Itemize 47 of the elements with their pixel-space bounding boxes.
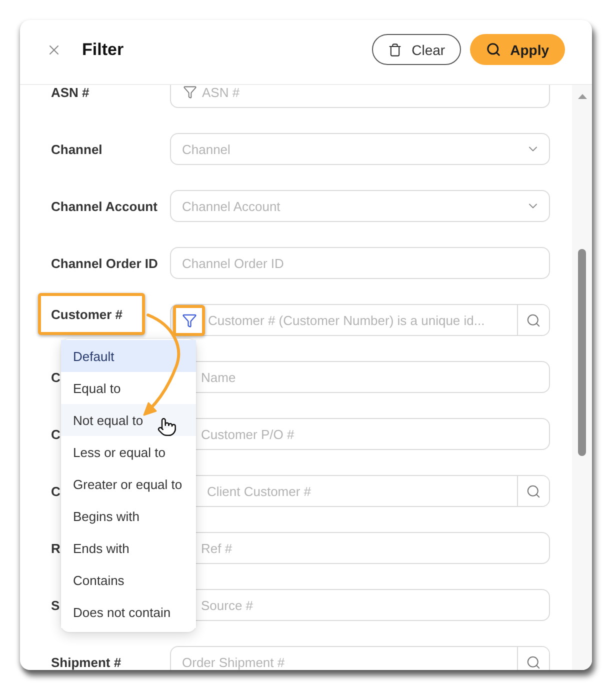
select-field[interactable]: Channel (170, 133, 550, 165)
field-label: ASN # (51, 85, 90, 100)
menu-item[interactable]: Greater or equal to (61, 468, 196, 500)
input-field[interactable]: Order Shipment # (170, 646, 550, 670)
field-label: C (51, 426, 60, 442)
input-field[interactable]: Source # (196, 589, 550, 621)
scrollbar-thumb[interactable] (578, 249, 586, 456)
menu-item[interactable]: Ends with (61, 532, 196, 564)
menu-item[interactable]: Contains (61, 564, 196, 596)
input-field[interactable]: Ref # (196, 532, 550, 564)
hand-cursor-icon (157, 417, 177, 437)
menu-item[interactable]: Equal to (61, 372, 196, 404)
field-label: Channel Account (51, 198, 158, 214)
field-label: Shipment # (51, 654, 122, 670)
clear-button[interactable]: Clear (372, 34, 462, 65)
panel-title: Filter (82, 40, 124, 60)
menu-item[interactable]: Default (61, 340, 196, 372)
menu-item[interactable]: Not equal to (61, 404, 196, 436)
search-icon (526, 312, 541, 328)
select-field[interactable]: Channel Account (170, 190, 550, 222)
trash-icon (388, 42, 402, 56)
input-field[interactable]: ASN # (170, 85, 550, 108)
filter-icon (183, 85, 197, 99)
search-icon (486, 42, 502, 57)
field-label: S (51, 598, 60, 612)
input-field[interactable]: Channel Order ID (170, 247, 550, 279)
search-icon (526, 484, 541, 498)
scroll-up-arrow-icon[interactable] (578, 94, 586, 99)
field-label: R (51, 540, 60, 556)
search-icon (526, 654, 541, 670)
field-label: Channel Order ID (51, 256, 158, 270)
apply-button[interactable]: Apply (470, 34, 565, 65)
search-button[interactable] (517, 647, 549, 670)
field-label: C (51, 484, 60, 498)
field-label: Channel (51, 142, 102, 156)
search-button[interactable] (517, 476, 549, 506)
field-label: Customer # (51, 307, 123, 322)
input-field[interactable]: Customer P/O # (196, 418, 550, 450)
search-button[interactable] (517, 305, 549, 335)
input-field[interactable]: Client Customer # (196, 475, 550, 507)
menu-item[interactable]: Begins with (61, 500, 196, 532)
filter-icon (182, 313, 196, 328)
menu-item[interactable]: Less or equal to (61, 436, 196, 468)
field-label: C (51, 370, 60, 384)
input-field[interactable]: Name (196, 361, 550, 393)
filter-button[interactable] (173, 305, 205, 336)
menu-item[interactable]: Does not contain (61, 596, 196, 628)
